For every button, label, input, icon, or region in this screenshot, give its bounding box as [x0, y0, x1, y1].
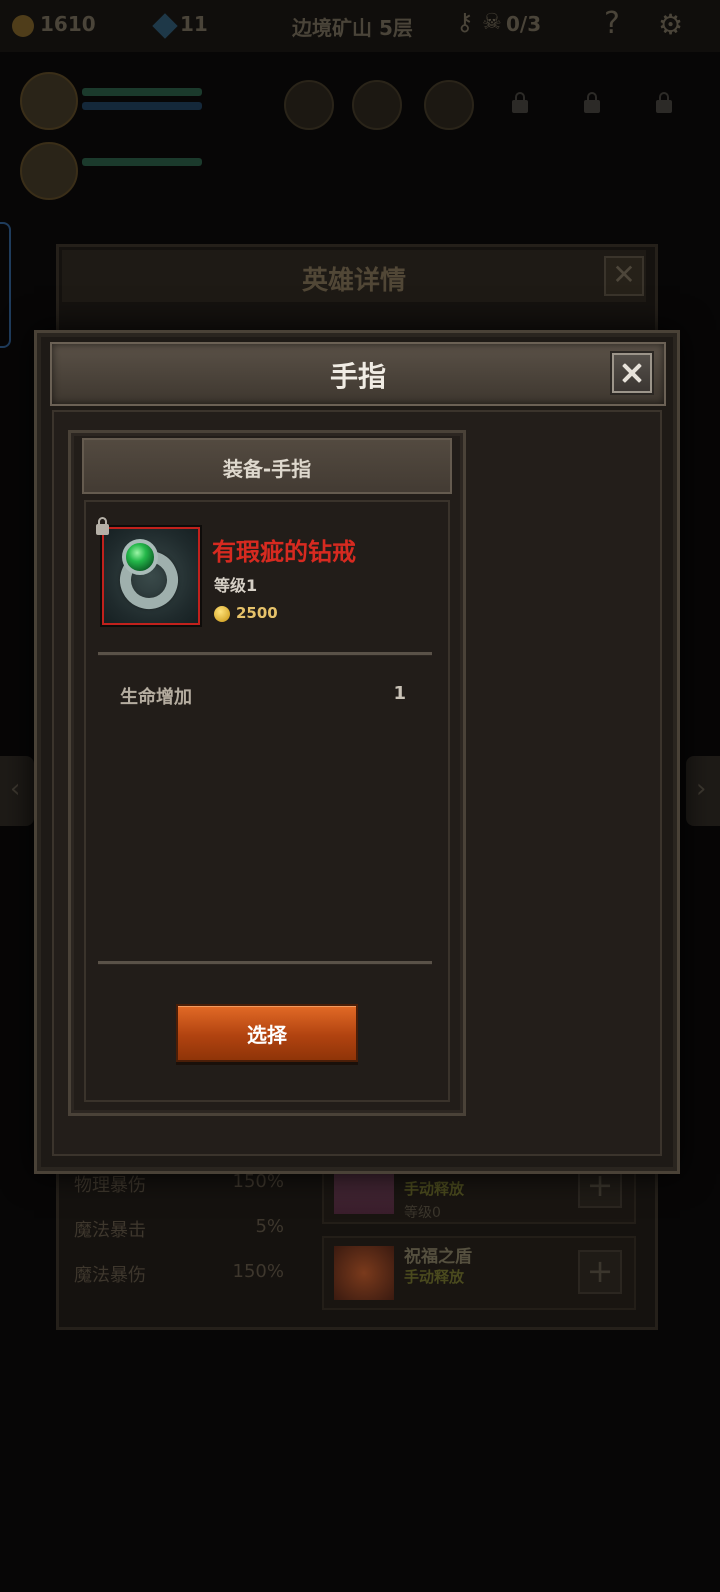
skull-icon: ☠ — [482, 10, 502, 35]
stat-value: 150% — [232, 1171, 284, 1192]
hero-hp-bar — [82, 88, 202, 96]
divider — [98, 652, 432, 656]
gold-amount: 1610 — [40, 12, 96, 36]
gem-icon — [152, 13, 178, 39]
key-icon: ⚷ — [456, 8, 474, 36]
diamond-ring-icon[interactable] — [102, 527, 200, 625]
skill-upgrade-button[interactable]: + — [578, 1250, 622, 1294]
location-label: 边境矿山 5层 — [292, 16, 413, 40]
select-button[interactable]: 选择 — [176, 1004, 358, 1062]
skill-slot-3[interactable] — [424, 80, 474, 130]
attribute-value: 1 — [393, 683, 406, 704]
select-button-label: 选择 — [247, 1023, 287, 1047]
skill-name: 祝福之盾 — [404, 1247, 472, 1267]
modal-title: 手指 — [329, 360, 386, 393]
skill-cast-type: 手动释放 — [404, 1180, 465, 1198]
equipment-panel-header: 装备-手指 — [82, 438, 452, 494]
hero-slot-2[interactable] — [20, 142, 210, 208]
hero-slot-1[interactable] — [20, 72, 210, 138]
hero-hp-bar — [82, 158, 202, 166]
gold-coin-icon — [12, 15, 34, 37]
hero-details-header: 英雄详情 — [62, 250, 646, 302]
hero-details-close-button[interactable]: ✕ — [604, 256, 644, 296]
skill-slot-2[interactable] — [352, 80, 402, 130]
stat-name: 魔法暴伤 — [74, 1265, 146, 1286]
top-resource-bar: 1610 11 边境矿山 5层 ⚷ ☠ 0/3 ? ⚙ — [0, 0, 720, 52]
close-button[interactable] — [612, 353, 652, 393]
stat-name: 魔法暴击 — [74, 1220, 146, 1241]
skill-cast-type: 手动释放 — [404, 1268, 465, 1286]
stat-name: 物理暴伤 — [74, 1175, 146, 1196]
skill-slot-1[interactable] — [284, 80, 334, 130]
lock-icon — [512, 92, 528, 113]
skill-level: 等级0 — [404, 1205, 441, 1221]
help-icon[interactable]: ? — [604, 6, 620, 41]
lock-icon[interactable] — [96, 517, 109, 535]
stat-value: 150% — [232, 1261, 284, 1282]
lock-icon — [584, 92, 600, 113]
equipment-panel-title: 装备-手指 — [222, 457, 312, 481]
kill-counter: 0/3 — [506, 12, 542, 36]
gold-coin-icon — [214, 606, 230, 622]
item-name: 有瑕疵的钻戒 — [212, 538, 356, 566]
next-hero-button[interactable]: › — [686, 756, 720, 826]
skill-card[interactable]: 祝福之盾 手动释放 + — [322, 1236, 636, 1310]
selected-hero-marker — [0, 222, 11, 348]
hero-details-title: 英雄详情 — [301, 266, 406, 296]
stat-value: 5% — [255, 1216, 284, 1237]
prev-hero-button[interactable]: ‹ — [0, 756, 34, 826]
modal-header: 手指 — [50, 342, 666, 406]
item-level: 等级1 — [214, 576, 258, 595]
gem-amount: 11 — [180, 12, 208, 36]
item-price: 2500 — [236, 604, 278, 622]
lock-icon — [656, 92, 672, 113]
divider — [98, 961, 432, 965]
hero-avatar — [20, 72, 78, 130]
settings-gear-icon[interactable]: ⚙ — [658, 8, 683, 41]
emerald-gem — [122, 539, 158, 575]
skill-image — [334, 1246, 394, 1300]
hero-mp-bar — [82, 102, 202, 110]
attribute-name: 生命增加 — [120, 687, 192, 708]
hero-avatar — [20, 142, 78, 200]
